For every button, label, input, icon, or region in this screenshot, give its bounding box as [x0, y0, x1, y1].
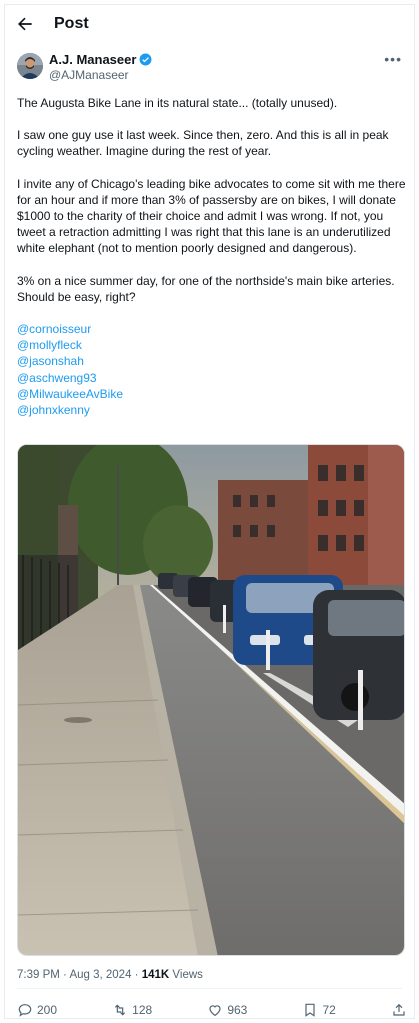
mention-link[interactable]: @mollyfleck	[17, 337, 409, 353]
tweet-photo[interactable]	[17, 444, 405, 956]
bookmark-button[interactable]: 72	[302, 1002, 336, 1018]
views-label: Views	[172, 969, 203, 981]
repost-button[interactable]: 128	[112, 1002, 152, 1018]
post-meta: 7:39 PM · Aug 3, 2024 · 141K Views	[17, 969, 203, 981]
mention-link[interactable]: @cornoisseur	[17, 321, 409, 337]
tweet-text: The Augusta Bike Lane in its natural sta…	[17, 95, 409, 418]
bookmark-icon	[305, 1003, 316, 1017]
share-icon	[393, 1003, 405, 1016]
tweet-paragraph: The Augusta Bike Lane in its natural sta…	[17, 96, 338, 110]
meta-separator: ·	[134, 969, 139, 981]
tweet-paragraph: I saw one guy use it last week. Since th…	[17, 128, 389, 159]
author-name[interactable]: A.J. Manaseer	[49, 52, 152, 67]
like-count: 963	[227, 1003, 248, 1017]
post-container: Post A.J. Manaseer @AJManaseer ••• The A…	[4, 4, 415, 1019]
more-options-icon[interactable]: •••	[384, 51, 402, 67]
repost-icon	[115, 1004, 126, 1016]
post-time[interactable]: 7:39 PM	[17, 969, 60, 981]
tweet-paragraph: 3% on a nice summer day, for one of the …	[17, 273, 395, 304]
repost-count: 128	[132, 1003, 153, 1017]
reply-button[interactable]: 200	[17, 1002, 57, 1018]
author-handle[interactable]: @AJManaseer	[49, 68, 129, 82]
reply-count: 200	[37, 1003, 58, 1017]
like-button[interactable]: 963	[207, 1002, 247, 1018]
meta-separator: ·	[63, 969, 67, 981]
post-date[interactable]: Aug 3, 2024	[69, 969, 131, 981]
tweet-paragraph: I invite any of Chicago's leading bike a…	[17, 176, 406, 256]
mention-link[interactable]: @johnxkenny	[17, 402, 409, 418]
bookmark-count: 72	[322, 1003, 336, 1017]
mention-link[interactable]: @jasonshah	[17, 353, 409, 369]
verified-badge-icon	[139, 53, 152, 66]
divider	[17, 988, 402, 989]
author-name-text[interactable]: A.J. Manaseer	[49, 52, 136, 67]
mentions-list: @cornoisseur @mollyfleck @jasonshah @asc…	[17, 321, 409, 418]
reply-icon	[18, 1004, 32, 1017]
action-bar: 200 128 963 72	[17, 1001, 407, 1019]
mention-link[interactable]: @aschweng93	[17, 370, 409, 386]
post-header: Post	[5, 5, 416, 45]
page-title: Post	[54, 15, 89, 32]
avatar[interactable]	[17, 53, 43, 79]
mention-link[interactable]: @MilwaukeeAvBike	[17, 386, 409, 402]
heart-icon	[209, 1005, 221, 1017]
views-count: 141K	[141, 969, 170, 981]
share-button[interactable]	[391, 1002, 407, 1018]
arrow-left-icon[interactable]	[15, 14, 35, 34]
